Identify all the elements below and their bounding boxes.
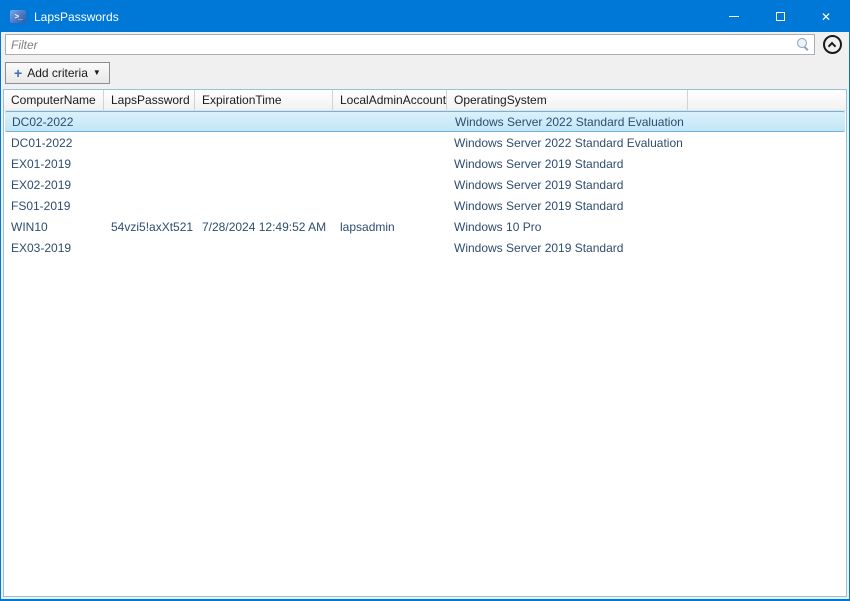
cell-expirationtime [195, 195, 333, 216]
add-criteria-label: Add criteria [27, 66, 88, 80]
cell-expirationtime: 7/28/2024 12:49:52 AM [195, 216, 333, 237]
filter-box [5, 34, 815, 55]
cell-computername: WIN10 [4, 216, 104, 237]
app-window: LapsPasswords ✕ + Add criteria ▼ [0, 0, 850, 601]
cell-expirationtime [195, 174, 333, 195]
cell-lapspassword [105, 112, 196, 131]
plus-icon: + [14, 66, 22, 80]
cell-localadminaccount: lapsadmin [333, 216, 447, 237]
column-header-filler [688, 90, 846, 110]
cell-operatingsystem: Windows Server 2019 Standard [447, 237, 688, 258]
cell-operatingsystem: Windows Server 2019 Standard [447, 153, 688, 174]
cell-computername: EX01-2019 [4, 153, 104, 174]
column-header-localadminaccount[interactable]: LocalAdminAccount [333, 90, 447, 110]
cell-lapspassword [104, 195, 195, 216]
filter-input[interactable] [5, 34, 815, 55]
grid-header: ComputerName LapsPassword ExpirationTime… [4, 90, 846, 111]
cell-lapspassword: 54vzi5!axXt521 [104, 216, 195, 237]
cell-localadminaccount [333, 195, 447, 216]
table-row[interactable]: EX03-2019 Windows Server 2019 Standard [4, 237, 846, 258]
caption-buttons: ✕ [711, 1, 849, 32]
results-grid: ComputerName LapsPassword ExpirationTime… [3, 89, 847, 597]
cell-operatingsystem: Windows Server 2019 Standard [447, 195, 688, 216]
maximize-button[interactable] [757, 1, 803, 32]
column-header-operatingsystem[interactable]: OperatingSystem [447, 90, 688, 110]
column-header-lapspassword[interactable]: LapsPassword [104, 90, 195, 110]
cell-operatingsystem: Windows Server 2019 Standard [447, 174, 688, 195]
close-icon: ✕ [821, 11, 831, 23]
table-row[interactable]: DC01-2022 Windows Server 2022 Standard E… [4, 132, 846, 153]
cell-lapspassword [104, 153, 195, 174]
cell-lapspassword [104, 237, 195, 258]
cell-expirationtime [195, 153, 333, 174]
chevron-up-icon [828, 42, 836, 50]
grid-body: DC02-2022 Windows Server 2022 Standard E… [4, 111, 846, 596]
titlebar[interactable]: LapsPasswords ✕ [1, 1, 849, 32]
add-criteria-button[interactable]: + Add criteria ▼ [5, 62, 110, 84]
cell-lapspassword [104, 174, 195, 195]
close-button[interactable]: ✕ [803, 1, 849, 32]
cell-computername: DC02-2022 [5, 112, 105, 131]
powershell-icon [10, 10, 26, 23]
toolbar: + Add criteria ▼ [1, 56, 849, 89]
cell-computername: FS01-2019 [4, 195, 104, 216]
table-row[interactable]: FS01-2019 Windows Server 2019 Standard [4, 195, 846, 216]
cell-localadminaccount [333, 174, 447, 195]
cell-expirationtime [195, 237, 333, 258]
cell-operatingsystem: Windows Server 2022 Standard Evaluation [447, 132, 688, 153]
cell-computername: DC01-2022 [4, 132, 104, 153]
cell-localadminaccount [333, 237, 447, 258]
column-header-expirationtime[interactable]: ExpirationTime [195, 90, 333, 110]
dropdown-arrow-icon: ▼ [93, 69, 101, 77]
table-row[interactable]: WIN10 54vzi5!axXt521 7/28/2024 12:49:52 … [4, 216, 846, 237]
collapse-criteria-button[interactable] [823, 35, 842, 54]
cell-localadminaccount [333, 153, 447, 174]
cell-localadminaccount [334, 112, 448, 131]
table-row[interactable]: EX01-2019 Windows Server 2019 Standard [4, 153, 846, 174]
window-title: LapsPasswords [34, 10, 119, 24]
cell-operatingsystem: Windows Server 2022 Standard Evaluation [448, 112, 689, 131]
minimize-icon [729, 16, 739, 17]
cell-localadminaccount [333, 132, 447, 153]
maximize-icon [776, 12, 785, 21]
table-row[interactable]: DC02-2022 Windows Server 2022 Standard E… [5, 111, 845, 132]
minimize-button[interactable] [711, 1, 757, 32]
cell-computername: EX02-2019 [4, 174, 104, 195]
table-row[interactable]: EX02-2019 Windows Server 2019 Standard [4, 174, 846, 195]
filter-row [1, 32, 849, 56]
cell-computername: EX03-2019 [4, 237, 104, 258]
cell-expirationtime [196, 112, 334, 131]
column-header-computername[interactable]: ComputerName [4, 90, 104, 110]
cell-lapspassword [104, 132, 195, 153]
cell-operatingsystem: Windows 10 Pro [447, 216, 688, 237]
cell-expirationtime [195, 132, 333, 153]
